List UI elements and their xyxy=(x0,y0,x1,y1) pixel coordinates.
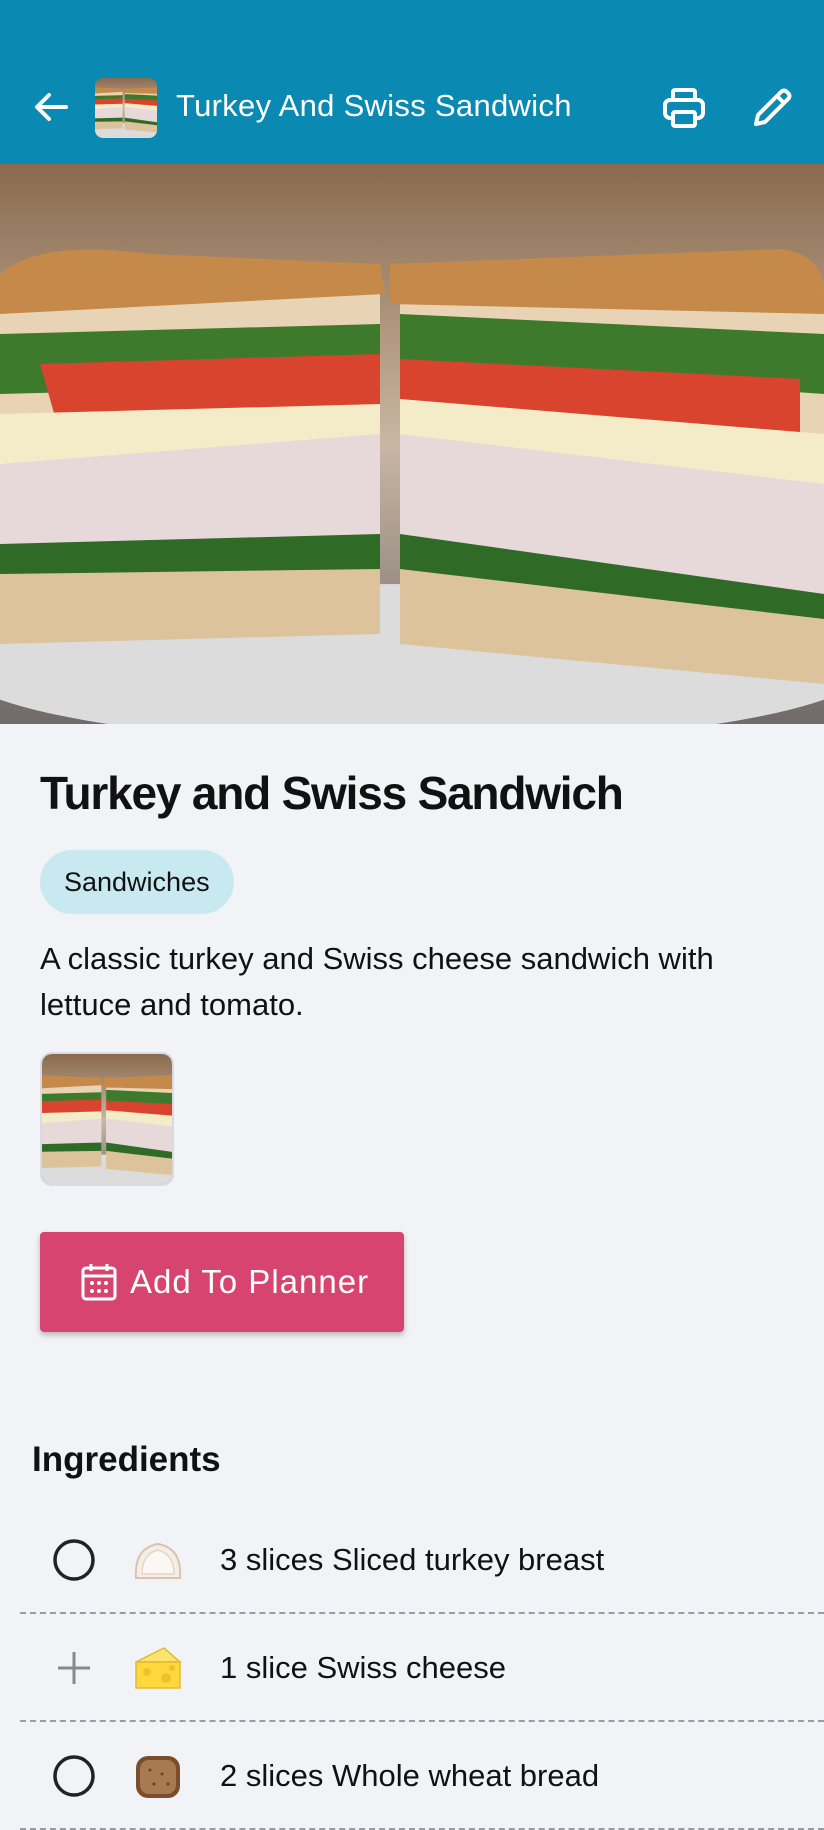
ingredients-list: 3 slices Sliced turkey breast 1 slice Sw… xyxy=(20,1506,824,1830)
plus-icon[interactable] xyxy=(52,1646,96,1690)
ingredients-heading: Ingredients xyxy=(32,1440,221,1479)
ingredient-row[interactable]: 1 slice Swiss cheese xyxy=(20,1614,824,1722)
app-bar-title: Turkey And Swiss Sandwich xyxy=(176,88,572,123)
recipe-title: Turkey and Swiss Sandwich xyxy=(40,767,624,819)
ingredient-row[interactable]: 3 slices Sliced turkey breast xyxy=(20,1506,824,1614)
recipe-hero-image xyxy=(0,164,824,724)
ingredient-text: 1 slice Swiss cheese xyxy=(220,1650,507,1685)
cheese-icon xyxy=(135,1647,182,1689)
print-icon[interactable] xyxy=(660,84,708,132)
back-arrow-icon[interactable] xyxy=(28,84,74,130)
add-to-planner-label: Add To Planner xyxy=(130,1263,370,1300)
edit-pencil-icon[interactable] xyxy=(748,84,796,132)
category-chip[interactable]: Sandwiches xyxy=(40,850,234,914)
radio-unchecked-icon[interactable] xyxy=(52,1754,96,1798)
ingredient-text: 3 slices Sliced turkey breast xyxy=(220,1542,605,1577)
radio-unchecked-icon[interactable] xyxy=(52,1538,96,1582)
ingredient-row[interactable]: 2 slices Whole wheat bread xyxy=(20,1722,824,1830)
turkey-slice-icon xyxy=(134,1542,182,1579)
recipe-description: A classic turkey and Swiss cheese sandwi… xyxy=(40,941,714,1022)
app-bar: Turkey And Swiss Sandwich xyxy=(0,0,824,164)
ingredient-text: 2 slices Whole wheat bread xyxy=(220,1758,600,1793)
bread-icon xyxy=(136,1756,180,1798)
recipe-gallery-thumbnail[interactable] xyxy=(40,1052,174,1186)
add-to-planner-button[interactable]: Add To Planner xyxy=(40,1232,404,1332)
calendar-icon xyxy=(81,1264,117,1301)
recipe-avatar xyxy=(95,78,157,138)
